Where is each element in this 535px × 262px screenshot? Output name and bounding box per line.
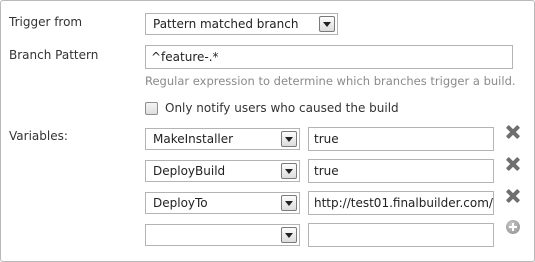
chevron-down-icon[interactable]: [281, 131, 297, 147]
close-icon[interactable]: [506, 189, 520, 203]
notify-checkbox-label[interactable]: Only notify users who caused the build: [165, 101, 399, 115]
variable-name-select[interactable]: DeployBuild: [145, 160, 300, 182]
variable-value-input[interactable]: http://test01.finalbuilder.com/: [308, 191, 494, 215]
chevron-down-icon[interactable]: [281, 195, 297, 211]
variable-value-text: true: [314, 132, 339, 146]
chevron-down-icon[interactable]: [319, 16, 335, 32]
notify-checkbox[interactable]: [145, 102, 158, 115]
variable-name-value: MakeInstaller: [153, 132, 234, 146]
variable-name-select[interactable]: [145, 224, 300, 246]
trigger-settings-panel: Trigger from Pattern matched branch Bran…: [0, 0, 535, 262]
trigger-from-select[interactable]: Pattern matched branch: [145, 13, 338, 35]
plus-circle-icon[interactable]: [506, 220, 520, 234]
chevron-down-icon[interactable]: [281, 227, 297, 243]
variable-value-input[interactable]: true: [308, 159, 494, 183]
variable-value-input[interactable]: [308, 223, 494, 247]
trigger-from-value: Pattern matched branch: [153, 17, 299, 31]
variable-value-input[interactable]: true: [308, 127, 494, 151]
variable-value-text: http://test01.finalbuilder.com/: [314, 196, 493, 210]
trigger-from-label: Trigger from: [9, 15, 83, 29]
variables-label: Variables:: [9, 129, 68, 143]
variable-value-text: true: [314, 164, 339, 178]
variable-name-value: DeployBuild: [153, 164, 226, 178]
variable-name-value: DeployTo: [153, 196, 208, 210]
branch-pattern-label: Branch Pattern: [9, 48, 99, 62]
variable-name-select[interactable]: MakeInstaller: [145, 128, 300, 150]
close-icon[interactable]: [506, 125, 520, 139]
branch-pattern-help: Regular expression to determine which br…: [145, 74, 516, 88]
branch-pattern-input[interactable]: ^feature-.*: [145, 45, 513, 69]
chevron-down-icon[interactable]: [281, 163, 297, 179]
variable-name-select[interactable]: DeployTo: [145, 192, 300, 214]
close-icon[interactable]: [506, 157, 520, 171]
branch-pattern-value: ^feature-.*: [151, 50, 219, 64]
